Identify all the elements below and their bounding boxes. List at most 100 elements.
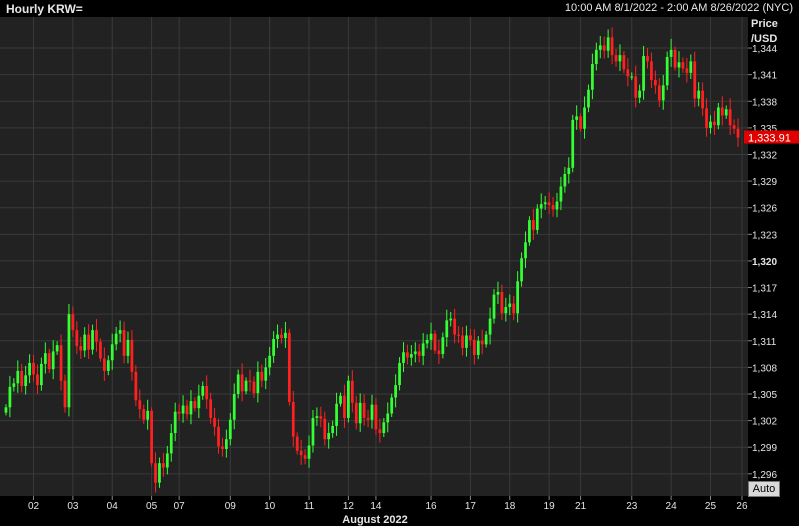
candle [571, 114, 575, 173]
candle-body [165, 453, 169, 468]
candle-body [732, 125, 736, 129]
x-tick-label: 07 [174, 501, 186, 512]
price-axis-label: Price [751, 18, 778, 30]
candle-body [347, 380, 350, 418]
candle-body [150, 410, 153, 464]
candle-body [12, 383, 16, 387]
candle-body [315, 416, 319, 418]
candle-body [55, 345, 59, 352]
candle-body [236, 374, 240, 394]
candle-body [614, 55, 618, 62]
candle-body [457, 334, 460, 336]
candle [287, 328, 291, 406]
candle-body [79, 346, 83, 351]
candle-body [488, 318, 492, 335]
candle-body [197, 395, 201, 409]
candle-body [709, 121, 712, 128]
y-tick-label: 1,299 [752, 443, 777, 454]
candle-body [232, 393, 236, 420]
candle-body [618, 55, 622, 62]
candle-body [406, 352, 409, 358]
y-tick-label: 1,338 [752, 97, 777, 108]
candle-body [720, 107, 724, 116]
candle-body [205, 386, 209, 400]
y-tick-label: 1,329 [752, 177, 777, 188]
candle-body [358, 402, 362, 424]
price-axis-unit: /USD [751, 33, 777, 45]
candle-body [221, 446, 224, 449]
candle-body [95, 330, 98, 342]
x-tick-label: 04 [107, 501, 119, 512]
candle-body [602, 45, 606, 51]
x-tick-label: 09 [225, 501, 237, 512]
candle-body [390, 397, 394, 414]
candle-body [417, 351, 421, 356]
candle-body [661, 85, 665, 101]
candle-body [350, 380, 354, 403]
candle-body [453, 318, 457, 335]
x-tick-label: 02 [28, 501, 40, 512]
candle-body [398, 362, 401, 386]
candle-body [579, 116, 582, 129]
candle-body [24, 375, 28, 387]
candle-body [547, 202, 551, 206]
y-tick-label: 1,332 [752, 150, 777, 161]
candle-body [181, 405, 185, 414]
candle-body [158, 463, 161, 483]
candle [535, 204, 539, 234]
candle-body [268, 355, 272, 368]
candle-body [591, 64, 594, 90]
candle-body [504, 307, 508, 314]
candle-body [343, 395, 346, 418]
candle-body [472, 339, 476, 355]
candle-body [16, 370, 20, 384]
y-tick-label: 1,344 [752, 44, 777, 55]
candle-body [189, 401, 193, 415]
candle-body [425, 339, 429, 344]
candle-body [122, 330, 126, 356]
candle-body [303, 455, 307, 459]
x-tick-label: 14 [370, 501, 382, 512]
auto-scale-button[interactable]: Auto [748, 481, 780, 497]
candle-body [543, 202, 547, 205]
x-tick-label: 19 [544, 501, 556, 512]
y-tick-label: 1,302 [752, 417, 777, 428]
candle-body [51, 351, 55, 370]
candle-body [413, 351, 417, 355]
y-tick-label: 1,317 [752, 284, 777, 295]
candle-body [299, 450, 303, 456]
candle-body [701, 90, 704, 109]
candle [67, 304, 71, 417]
candle-body [264, 367, 268, 381]
candle-body [307, 445, 311, 459]
candle-body [528, 220, 531, 243]
candle-body [339, 395, 342, 404]
candle-body [106, 360, 110, 371]
candle-body [531, 220, 535, 230]
candle-body [583, 107, 586, 129]
candle-body [669, 49, 673, 57]
candle-body [642, 56, 645, 91]
candle-body [323, 418, 327, 440]
candle-body [59, 345, 63, 381]
candle-body [228, 419, 232, 440]
candle-body [87, 334, 90, 350]
price-chart[interactable]: 1,3441,3411,3381,3351,3321,3291,3261,323… [0, 0, 799, 526]
candle-body [201, 386, 205, 396]
candle-body [445, 320, 449, 338]
candle-body [374, 404, 378, 430]
y-tick-label: 1,323 [752, 230, 777, 241]
candle-body [461, 335, 464, 348]
y-tick-label: 1,305 [752, 390, 777, 401]
candle-body [370, 404, 374, 420]
x-tick-label: 25 [705, 501, 717, 512]
candle-body [673, 49, 677, 68]
candle-body [110, 344, 114, 361]
x-tick-label: 23 [626, 501, 638, 512]
candle-body [142, 409, 146, 420]
candle-body [295, 436, 299, 451]
candle-body [634, 76, 638, 98]
candle-body [43, 353, 47, 364]
x-tick-label: 21 [575, 501, 587, 512]
y-tick-label: 1,314 [752, 310, 777, 321]
